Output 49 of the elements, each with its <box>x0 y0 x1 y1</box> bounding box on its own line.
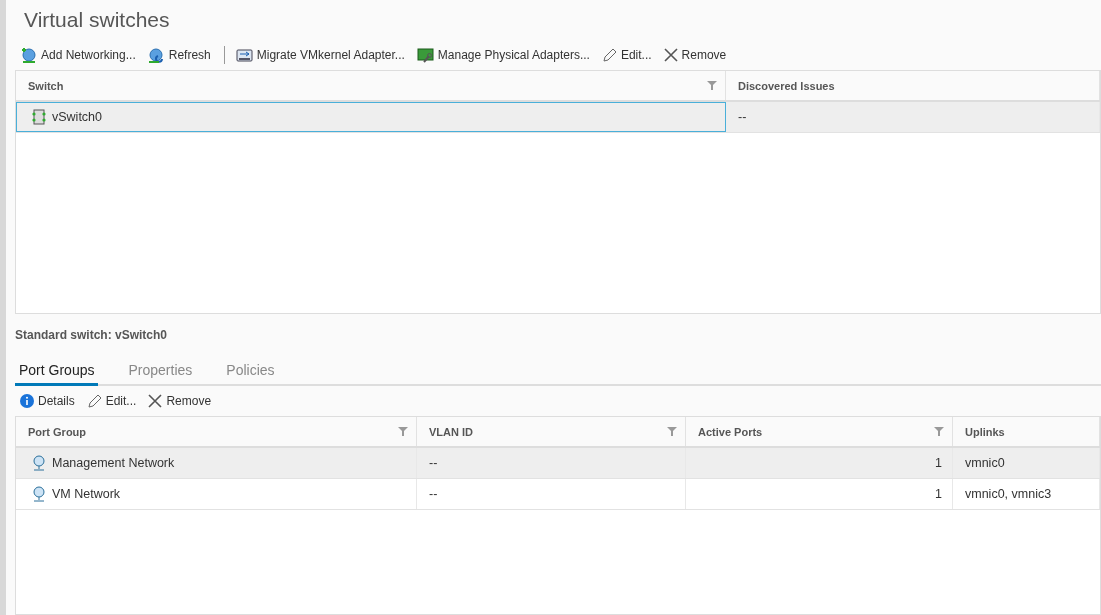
column-header[interactable]: VLAN ID <box>417 417 686 446</box>
filter-icon[interactable] <box>934 427 944 436</box>
toolbar-button[interactable]: Remove <box>660 46 732 64</box>
filter-icon[interactable] <box>398 427 408 436</box>
close-icon <box>663 48 678 62</box>
column-header[interactable]: Discovered Issues <box>726 71 1100 100</box>
toolbar-button[interactable]: Edit... <box>598 45 657 65</box>
globe-refresh-icon <box>147 46 165 64</box>
toolbar-button[interactable]: Edit... <box>83 391 142 411</box>
toolbar-button[interactable]: Manage Physical Adapters... <box>413 44 595 66</box>
table-cell: VM Network <box>16 479 417 509</box>
table-cell: 1 <box>686 479 953 509</box>
tab[interactable]: Policies <box>222 356 279 386</box>
column-header[interactable]: Active Ports <box>686 417 953 446</box>
table-cell: vmnic0 <box>953 448 1100 478</box>
filter-icon[interactable] <box>707 81 717 90</box>
pencil-icon <box>601 47 617 63</box>
column-header[interactable]: Switch <box>16 71 726 100</box>
column-header[interactable]: Uplinks <box>953 417 1100 446</box>
table-cell: 1 <box>686 448 953 478</box>
toolbar-button[interactable]: Refresh <box>144 44 216 66</box>
switch-icon <box>32 109 46 125</box>
network-globe-icon <box>32 455 46 471</box>
table-cell: -- <box>417 479 686 509</box>
table-cell: Management Network <box>16 448 417 478</box>
table-cell: -- <box>417 448 686 478</box>
toolbar-button[interactable]: Migrate VMkernel Adapter... <box>232 44 410 66</box>
column-header[interactable]: Port Group <box>16 417 417 446</box>
pencil-icon <box>86 393 102 409</box>
tab[interactable]: Port Groups <box>15 356 99 386</box>
info-icon <box>20 394 34 408</box>
toolbar-button[interactable]: Remove <box>145 392 217 410</box>
network-globe-icon <box>32 486 46 502</box>
adapter-icon <box>235 46 253 64</box>
globe-plus-icon <box>20 46 37 64</box>
tab[interactable]: Properties <box>124 356 197 386</box>
table-cell: vSwitch0 <box>16 102 726 132</box>
card-wrench-icon <box>416 46 434 64</box>
table-cell: vmnic0, vmnic3 <box>953 479 1100 509</box>
table-row[interactable]: VM Network -- 1 vmnic0, vmnic3 <box>16 479 1100 510</box>
close-icon <box>148 394 163 408</box>
toolbar-button[interactable]: Details <box>17 392 80 410</box>
page-title: Virtual switches <box>24 8 171 33</box>
toolbar-button[interactable]: Add Networking... <box>17 44 141 66</box>
table-row[interactable]: Management Network -- 1 vmnic0 <box>16 448 1100 479</box>
table-row[interactable]: vSwitch0 -- <box>16 102 1100 133</box>
table-cell: -- <box>726 102 1100 132</box>
section-title: Standard switch: vSwitch0 <box>15 328 169 344</box>
filter-icon[interactable] <box>667 427 677 436</box>
